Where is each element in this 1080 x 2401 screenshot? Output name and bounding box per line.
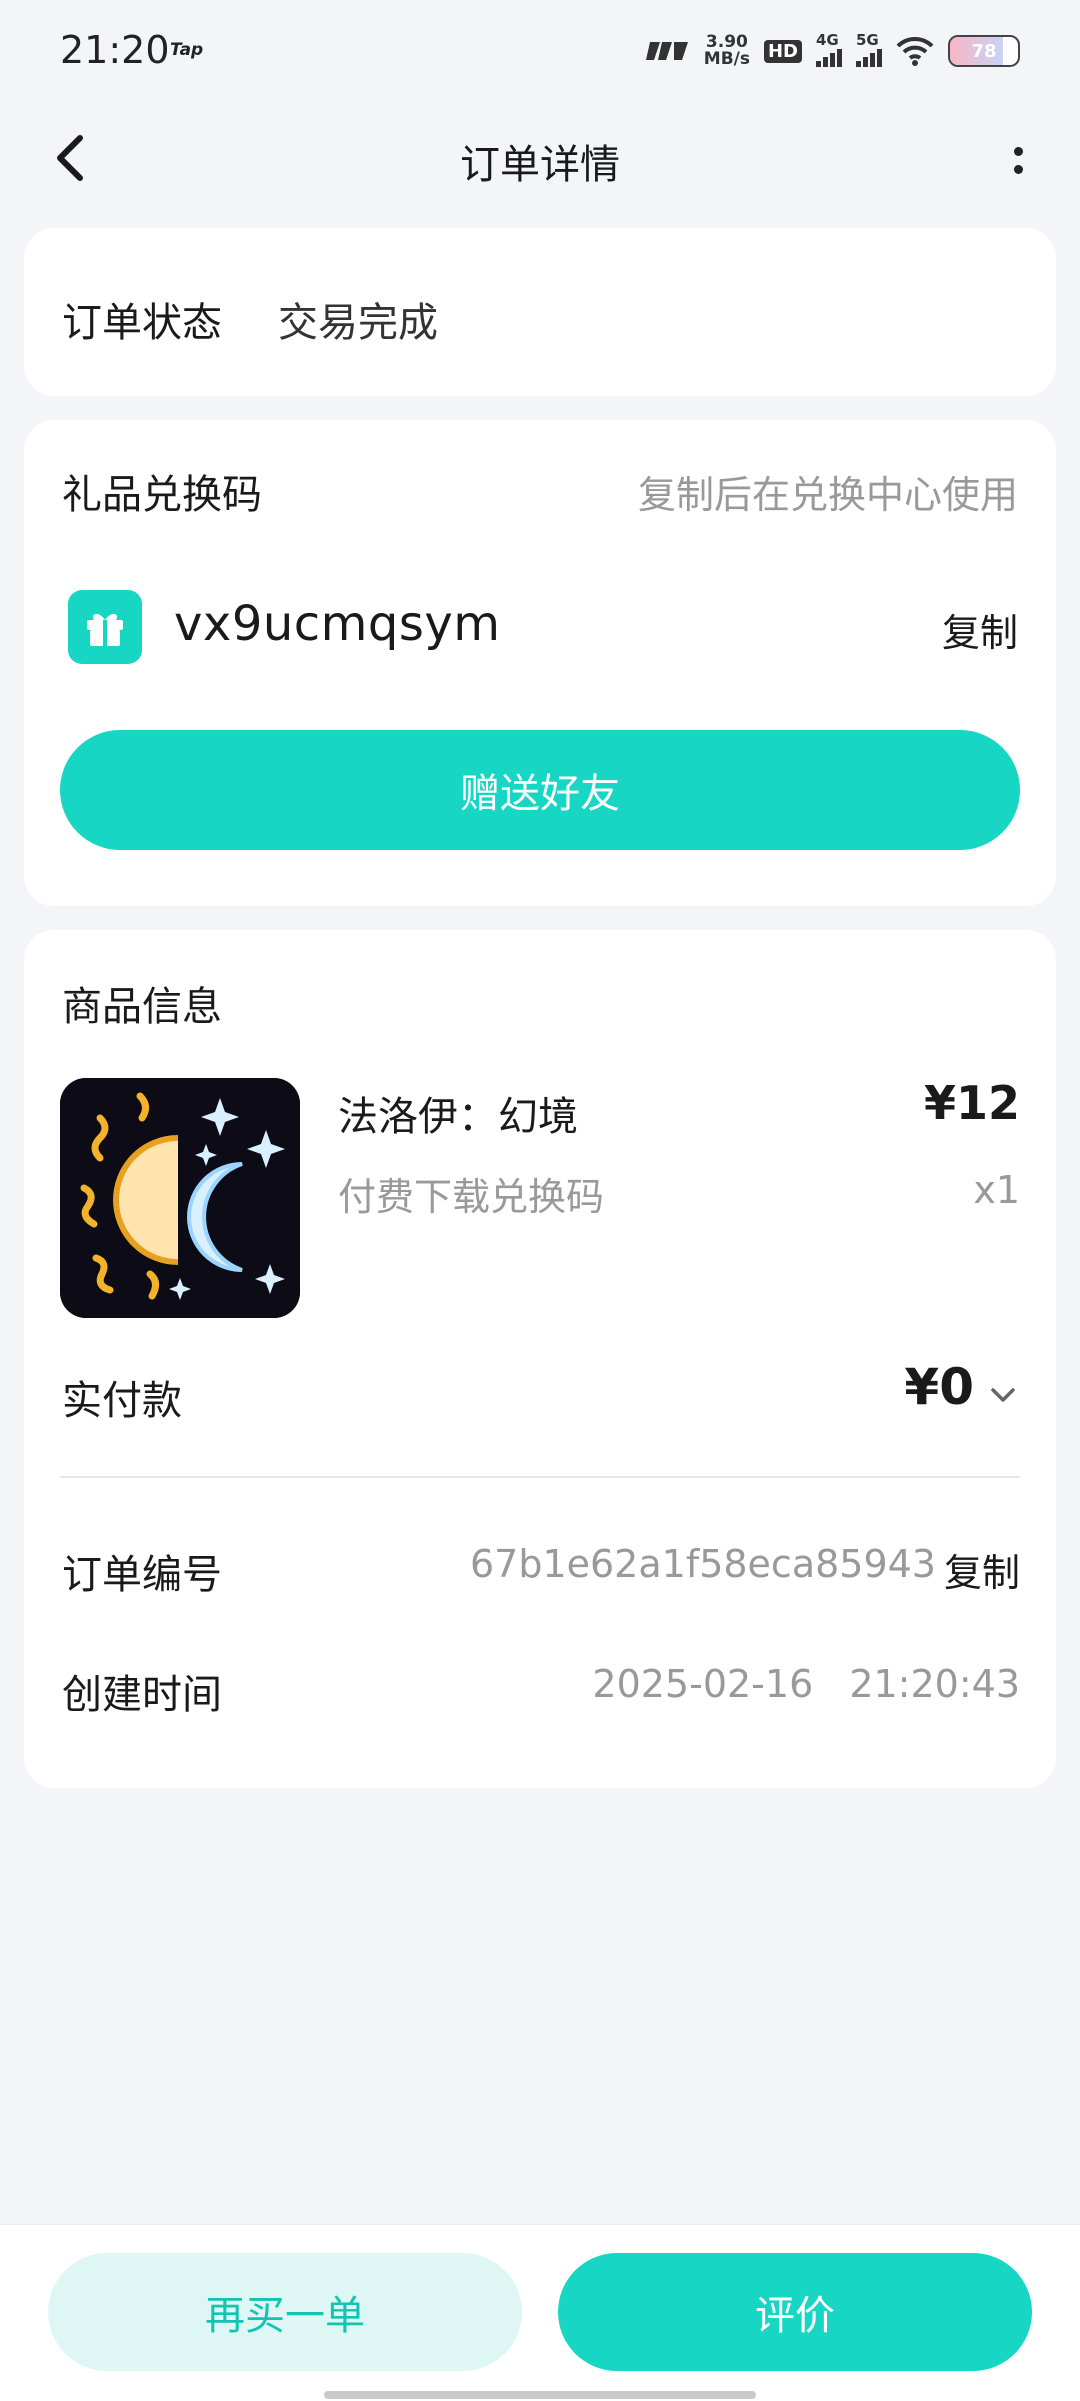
status-bar: 21:20 Tap 3.90 MB/s HD 4G 5G 78 <box>0 0 1080 100</box>
copy-order-number-button[interactable]: 复制 <box>944 1542 1020 1597</box>
wifi-icon <box>896 36 934 66</box>
copy-gift-code-button[interactable]: 复制 <box>942 602 1018 657</box>
divider <box>60 1476 1020 1478</box>
gift-code-value: vx9ucmqsym <box>174 596 501 652</box>
gift-code-hint: 复制后在兑换中心使用 <box>637 473 1018 517</box>
gift-code-card: 礼品兑换码 复制后在兑换中心使用 vx9ucmqsym 复制 赠送好友 <box>24 420 1056 906</box>
product-subtitle: 付费下载兑换码 <box>338 1175 605 1219</box>
battery-icon: 78 <box>948 35 1020 67</box>
order-status-label: 订单状态 <box>62 300 222 346</box>
status-time: 21:20 <box>60 28 170 72</box>
page-header: 订单详情 <box>0 110 1080 206</box>
sun-moon-logo-icon <box>60 1078 300 1318</box>
send-to-friend-button[interactable]: 赠送好友 <box>60 730 1020 850</box>
gift-icon <box>68 590 142 664</box>
battery-level: 78 <box>971 40 997 62</box>
buy-again-button[interactable]: 再买一单 <box>48 2253 522 2371</box>
app-logo-icon <box>645 42 688 60</box>
hd-icon: HD <box>763 39 802 63</box>
product-section-title: 商品信息 <box>62 984 222 1030</box>
chevron-down-icon[interactable] <box>986 1378 1020 1412</box>
net-speed: 3.90 MB/s <box>703 32 750 69</box>
created-time-value: 2025-02-16 21:20:43 <box>592 1662 1020 1706</box>
more-button[interactable] <box>996 130 1040 190</box>
order-status-value: 交易完成 <box>278 300 438 346</box>
product-name[interactable]: 法洛伊：幻境 <box>338 1084 578 1142</box>
more-dot-icon <box>1013 146 1023 156</box>
created-time-label: 创建时间 <box>62 1672 222 1718</box>
review-button[interactable]: 评价 <box>558 2253 1032 2371</box>
product-info-card: 商品信息 法洛伊：幻境 ¥12 付费下载兑换码 x1 实付款 ¥0 订单编号 6… <box>24 930 1056 1788</box>
bottom-action-bar: 再买一单 评价 <box>0 2224 1080 2401</box>
order-number-label: 订单编号 <box>62 1552 222 1598</box>
product-price: ¥12 <box>923 1076 1020 1130</box>
paid-amount-label: 实付款 <box>62 1378 182 1424</box>
more-dot-icon <box>1013 164 1023 174</box>
order-number-value: 67b1e62a1f58eca85943 <box>469 1542 936 1586</box>
signal-5g-icon: 5G <box>856 31 882 67</box>
app-tag: Tap <box>170 40 204 60</box>
status-icons: 3.90 MB/s HD 4G 5G 78 <box>644 31 1020 69</box>
order-status-card: 订单状态 交易完成 <box>24 228 1056 396</box>
page-title: 订单详情 <box>460 142 620 188</box>
product-quantity: x1 <box>973 1168 1020 1212</box>
signal-4g-icon: 4G <box>816 31 842 67</box>
product-thumbnail[interactable] <box>60 1078 300 1318</box>
paid-amount-value[interactable]: ¥0 <box>904 1358 974 1416</box>
home-indicator[interactable] <box>324 2391 756 2399</box>
gift-code-title: 礼品兑换码 <box>62 472 262 518</box>
